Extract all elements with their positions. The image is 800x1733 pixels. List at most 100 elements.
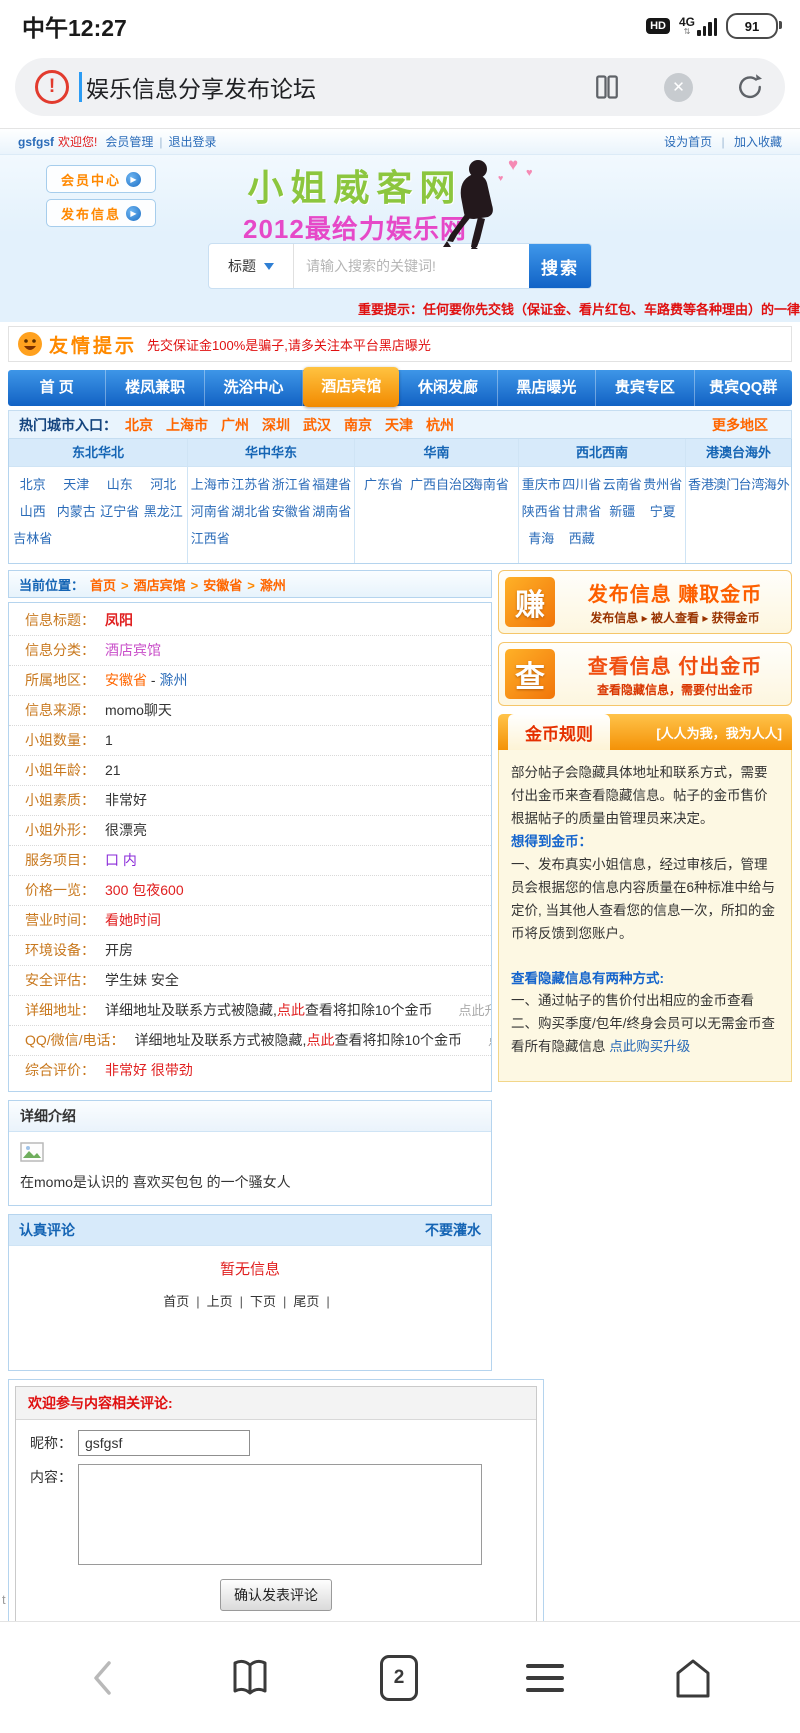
region-link[interactable]: 贵州省 bbox=[643, 471, 684, 498]
nav-item[interactable]: 酒店宾馆 bbox=[303, 367, 399, 407]
region-link[interactable]: 新疆 bbox=[602, 498, 643, 525]
menu-icon[interactable] bbox=[526, 1664, 564, 1692]
tab-count-button[interactable]: 2 bbox=[380, 1655, 418, 1701]
region-link[interactable]: 天津 bbox=[55, 471, 99, 498]
set-homepage-link[interactable]: 设为首页 bbox=[664, 135, 712, 149]
region-link[interactable]: 福建省 bbox=[312, 471, 353, 498]
address-bar[interactable]: ! 娱乐信息分享发布论坛 ✕ bbox=[15, 58, 785, 116]
region-table: 东北华北北京天津山东河北山西内蒙古辽宁省黑龙江吉林省华中华东上海市江苏省浙江省福… bbox=[8, 439, 792, 564]
info-value[interactable]: 点此升级会员免费查看 bbox=[458, 1003, 491, 1018]
reader-mode-icon[interactable] bbox=[592, 72, 622, 102]
search-button[interactable]: 搜索 bbox=[529, 244, 591, 288]
info-value[interactable]: 非常好 很带劲 bbox=[105, 1062, 193, 1078]
pagination-link[interactable]: 首页 bbox=[163, 1294, 189, 1309]
region-link[interactable]: 海南省 bbox=[463, 471, 516, 498]
hot-city-link[interactable]: 南京 bbox=[344, 417, 372, 433]
info-value[interactable]: 点此 bbox=[306, 1032, 334, 1048]
region-link[interactable]: 西藏 bbox=[562, 525, 603, 552]
breadcrumb-link[interactable]: 首页 bbox=[90, 578, 116, 593]
region-link[interactable]: 浙江省 bbox=[271, 471, 312, 498]
region-link[interactable]: 广东省 bbox=[357, 471, 410, 498]
region-link[interactable]: 上海市 bbox=[190, 471, 231, 498]
member-center-button[interactable]: 会员中心 ▶ bbox=[46, 165, 156, 193]
region-link[interactable]: 重庆市 bbox=[521, 471, 562, 498]
region-link[interactable]: 香港 bbox=[688, 471, 713, 498]
region-link[interactable]: 山东 bbox=[98, 471, 142, 498]
clock: 中午12:27 bbox=[22, 9, 127, 43]
buy-upgrade-link[interactable]: 点此购买升级 bbox=[609, 1039, 690, 1054]
more-regions-link[interactable]: 更多地区 bbox=[712, 415, 768, 435]
region-link[interactable]: 湖北省 bbox=[231, 498, 272, 525]
nickname-input[interactable] bbox=[78, 1430, 250, 1456]
comment-content-textarea[interactable] bbox=[78, 1464, 482, 1565]
pagination-link[interactable]: 尾页 bbox=[293, 1294, 319, 1309]
region-link[interactable]: 江西省 bbox=[190, 525, 231, 552]
coin-rules-tab[interactable]: 金币规则 bbox=[508, 714, 610, 750]
earn-coins-card[interactable]: 赚 发布信息 赚取金币 发布信息 ▸ 被人查看 ▸ 获得金币 bbox=[498, 570, 792, 634]
breadcrumb-link[interactable]: 安徽省 bbox=[203, 578, 242, 593]
nav-item[interactable]: 休闲发廊 bbox=[399, 370, 497, 406]
logout-link[interactable]: 退出登录 bbox=[168, 133, 216, 150]
region-link[interactable]: 江苏省 bbox=[231, 471, 272, 498]
hot-city-link[interactable]: 武汉 bbox=[303, 417, 331, 433]
region-link[interactable]: 安徽省 bbox=[271, 498, 312, 525]
username: gsfgsf bbox=[18, 135, 54, 149]
hot-city-link[interactable]: 广州 bbox=[221, 417, 249, 433]
region-link[interactable]: 内蒙古 bbox=[55, 498, 99, 525]
info-label: QQ/微信/电话： bbox=[25, 1032, 125, 1048]
hot-city-link[interactable]: 天津 bbox=[385, 417, 413, 433]
nav-item[interactable]: 楼凤兼职 bbox=[106, 370, 204, 406]
region-link[interactable]: 河北 bbox=[142, 471, 186, 498]
region-link[interactable]: 台湾 bbox=[739, 471, 764, 498]
info-value[interactable]: 点此 bbox=[277, 1002, 305, 1018]
region-link[interactable]: 山西 bbox=[11, 498, 55, 525]
hot-city-link[interactable]: 杭州 bbox=[426, 417, 454, 433]
publish-info-button[interactable]: 发布信息 ▶ bbox=[46, 199, 156, 227]
hot-city-link[interactable]: 北京 bbox=[125, 417, 153, 433]
nav-item[interactable]: 洗浴中心 bbox=[205, 370, 303, 406]
breadcrumb-separator: > bbox=[247, 578, 255, 593]
stop-loading-icon[interactable]: ✕ bbox=[664, 73, 693, 102]
region-link[interactable]: 辽宁省 bbox=[98, 498, 142, 525]
region-link[interactable]: 吉林省 bbox=[11, 525, 55, 552]
region-link[interactable]: 黑龙江 bbox=[142, 498, 186, 525]
region-link[interactable]: 陕西省 bbox=[521, 498, 562, 525]
bookmarks-icon[interactable] bbox=[228, 1657, 272, 1699]
home-icon[interactable] bbox=[672, 1656, 714, 1700]
info-value[interactable]: 300 包夜600 bbox=[105, 882, 184, 898]
search-category-select[interactable]: 标题 bbox=[209, 244, 294, 288]
refresh-icon[interactable] bbox=[735, 72, 765, 102]
pagination-link[interactable]: 上页 bbox=[207, 1294, 233, 1309]
hot-city-link[interactable]: 深圳 bbox=[262, 417, 290, 433]
breadcrumb-link[interactable]: 滁州 bbox=[260, 578, 286, 593]
submit-comment-button[interactable]: 确认发表评论 bbox=[220, 1579, 332, 1611]
region-link[interactable]: 宁夏 bbox=[643, 498, 684, 525]
nav-item[interactable]: 贵宾专区 bbox=[596, 370, 694, 406]
breadcrumb-link[interactable]: 酒店宾馆 bbox=[134, 578, 186, 593]
add-favorite-link[interactable]: 加入收藏 bbox=[734, 135, 782, 149]
url-text[interactable]: 娱乐信息分享发布论坛 bbox=[86, 70, 316, 104]
hot-city-link[interactable]: 上海市 bbox=[166, 417, 208, 433]
nav-item[interactable]: 黑店曝光 bbox=[498, 370, 596, 406]
region-link[interactable]: 河南省 bbox=[190, 498, 231, 525]
nav-item[interactable]: 贵宾QQ群 bbox=[695, 370, 792, 406]
nav-item[interactable]: 首 页 bbox=[8, 370, 106, 406]
no-flood-link[interactable]: 不要灌水 bbox=[425, 1220, 481, 1240]
pay-coins-card[interactable]: 查 查看信息 付出金币 查看隐藏信息，需要付出金币 bbox=[498, 642, 792, 706]
region-link[interactable]: 北京 bbox=[11, 471, 55, 498]
back-icon[interactable] bbox=[86, 1657, 120, 1699]
info-value[interactable]: 点此升级会员免费查看 bbox=[488, 1033, 491, 1048]
info-value[interactable]: 看她时间 bbox=[105, 912, 161, 928]
member-manage-link[interactable]: 会员管理 bbox=[105, 133, 153, 150]
region-link[interactable]: 甘肃省 bbox=[562, 498, 603, 525]
region-link[interactable]: 广西自治区 bbox=[410, 471, 463, 498]
region-column: 东北华北北京天津山东河北山西内蒙古辽宁省黑龙江吉林省 bbox=[9, 439, 188, 563]
pagination-link[interactable]: 下页 bbox=[250, 1294, 276, 1309]
region-link[interactable]: 四川省 bbox=[562, 471, 603, 498]
rule-paragraph: 想得到金币： bbox=[511, 831, 779, 854]
region-link[interactable]: 海外 bbox=[764, 471, 789, 498]
region-link[interactable]: 青海 bbox=[521, 525, 562, 552]
region-link[interactable]: 湖南省 bbox=[312, 498, 353, 525]
region-link[interactable]: 澳门 bbox=[713, 471, 738, 498]
region-link[interactable]: 云南省 bbox=[602, 471, 643, 498]
